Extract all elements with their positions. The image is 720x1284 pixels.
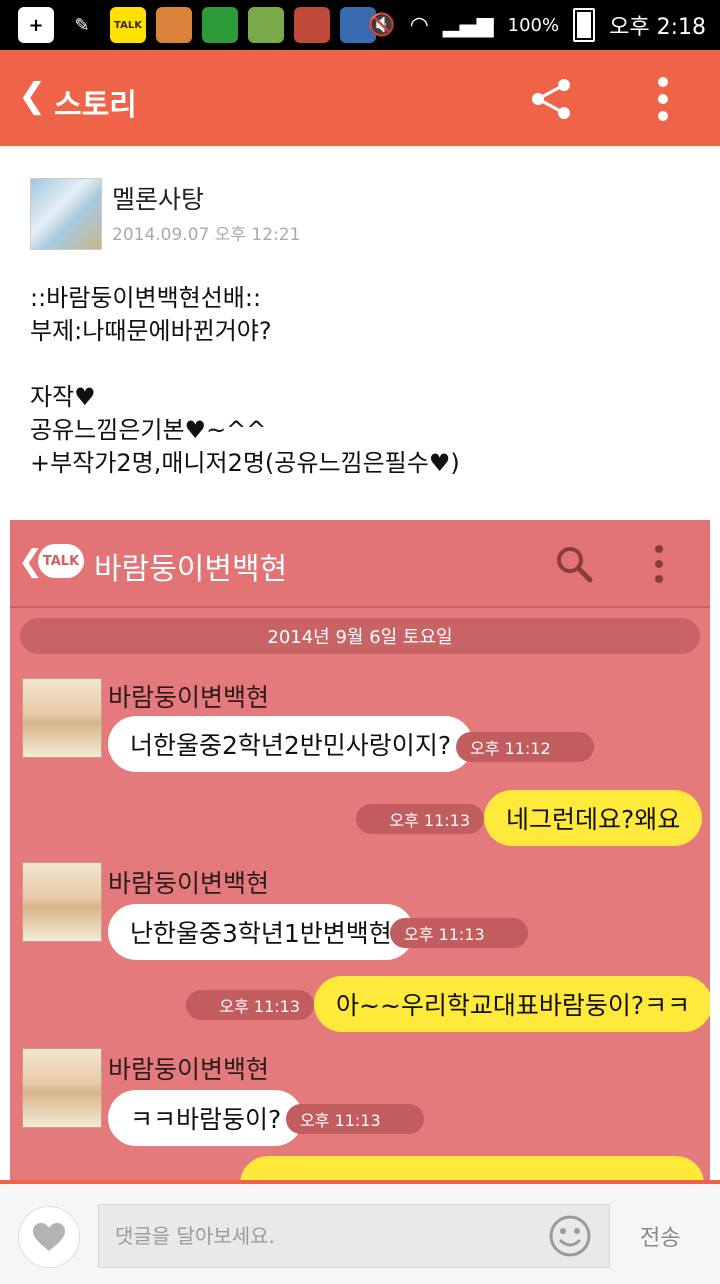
battery-app-icon <box>202 7 238 43</box>
heart-icon <box>33 1223 65 1251</box>
incoming-message: ㅋㅋ바람둥이? <box>108 1090 304 1146</box>
emoticon-icon[interactable] <box>548 1214 592 1258</box>
status-bar: + ✎ TALK 🔇 ◠ ▂▄▆ 100% 오후 2:18 <box>0 0 720 50</box>
game-icon-1 <box>248 7 284 43</box>
search-icon <box>557 547 593 583</box>
chat-title: 바람둥이변백현 <box>94 552 288 587</box>
more-vertical-icon <box>655 545 663 583</box>
message-time: 오후 11:12 <box>456 732 594 762</box>
sender-name: 바람둥이변백현 <box>108 869 270 898</box>
battery-percent: 100% <box>507 14 560 36</box>
send-button[interactable]: 전송 <box>640 1220 680 1252</box>
notification-icons: + ✎ TALK <box>18 7 376 43</box>
chevron-left-icon[interactable]: ❮ <box>18 76 47 116</box>
talk-badge: TALK <box>38 544 84 578</box>
like-button[interactable] <box>18 1206 80 1268</box>
cookie-game-icon <box>156 7 192 43</box>
message-time: 오후 11:13 <box>390 918 528 948</box>
plus-icon: + <box>18 7 54 43</box>
post-body: ::바람둥이변백현선배:: 부제:나때문에바뀐거야? 자작♥ 공유느낌은기본♥~… <box>30 284 460 477</box>
author-name[interactable]: 멜론사탕 <box>112 180 204 216</box>
message-time: 오후 11:13 <box>286 1104 424 1134</box>
author-avatar[interactable] <box>30 178 102 250</box>
date-divider: 2014년 9월 6일 토요일 <box>20 618 700 654</box>
signal-icon: ▂▄▆ <box>442 12 494 38</box>
message-time: 오후 11:13 <box>356 804 484 834</box>
sender-avatar <box>22 862 102 942</box>
post-date: 2014.09.07 오후 12:21 <box>112 225 301 245</box>
post-image[interactable]: ❮ TALK 바람둥이변백현 2014년 9월 6일 토요일 바람둥이변백현 너… <box>10 520 710 1184</box>
sender-name: 바람둥이변백현 <box>108 683 270 712</box>
app-bar: ❮ 스토리 <box>0 50 720 146</box>
outgoing-message: 네그런데요?왜요 <box>484 790 703 846</box>
incoming-message: 난한울중3학년1반변백현 <box>108 904 414 960</box>
battery-icon <box>573 8 596 42</box>
broom-icon: ✎ <box>74 14 90 36</box>
page-title[interactable]: 스토리 <box>54 80 137 124</box>
comment-input[interactable] <box>98 1204 610 1268</box>
sender-avatar <box>22 678 102 758</box>
chat-header: ❮ TALK 바람둥이변백현 <box>10 520 710 608</box>
sender-name: 바람둥이변백현 <box>108 1055 270 1084</box>
talk-icon: TALK <box>110 7 146 43</box>
incoming-message: 너한울중2학년2반민사랑이지? <box>108 716 474 772</box>
clock: 오후 2:18 <box>609 15 706 40</box>
outgoing-message: 아~~우리학교대표바람둥이?ㅋㅋ <box>314 976 710 1032</box>
message-time: 오후 11:13 <box>186 990 314 1020</box>
wifi-icon: ◠ <box>409 12 429 38</box>
more-vertical-icon[interactable] <box>648 76 678 122</box>
comment-bar: 전송 <box>0 1180 720 1284</box>
mute-icon: 🔇 <box>368 12 396 38</box>
share-icon[interactable] <box>528 76 574 122</box>
sender-avatar <box>22 1048 102 1128</box>
game-icon-2 <box>294 7 330 43</box>
